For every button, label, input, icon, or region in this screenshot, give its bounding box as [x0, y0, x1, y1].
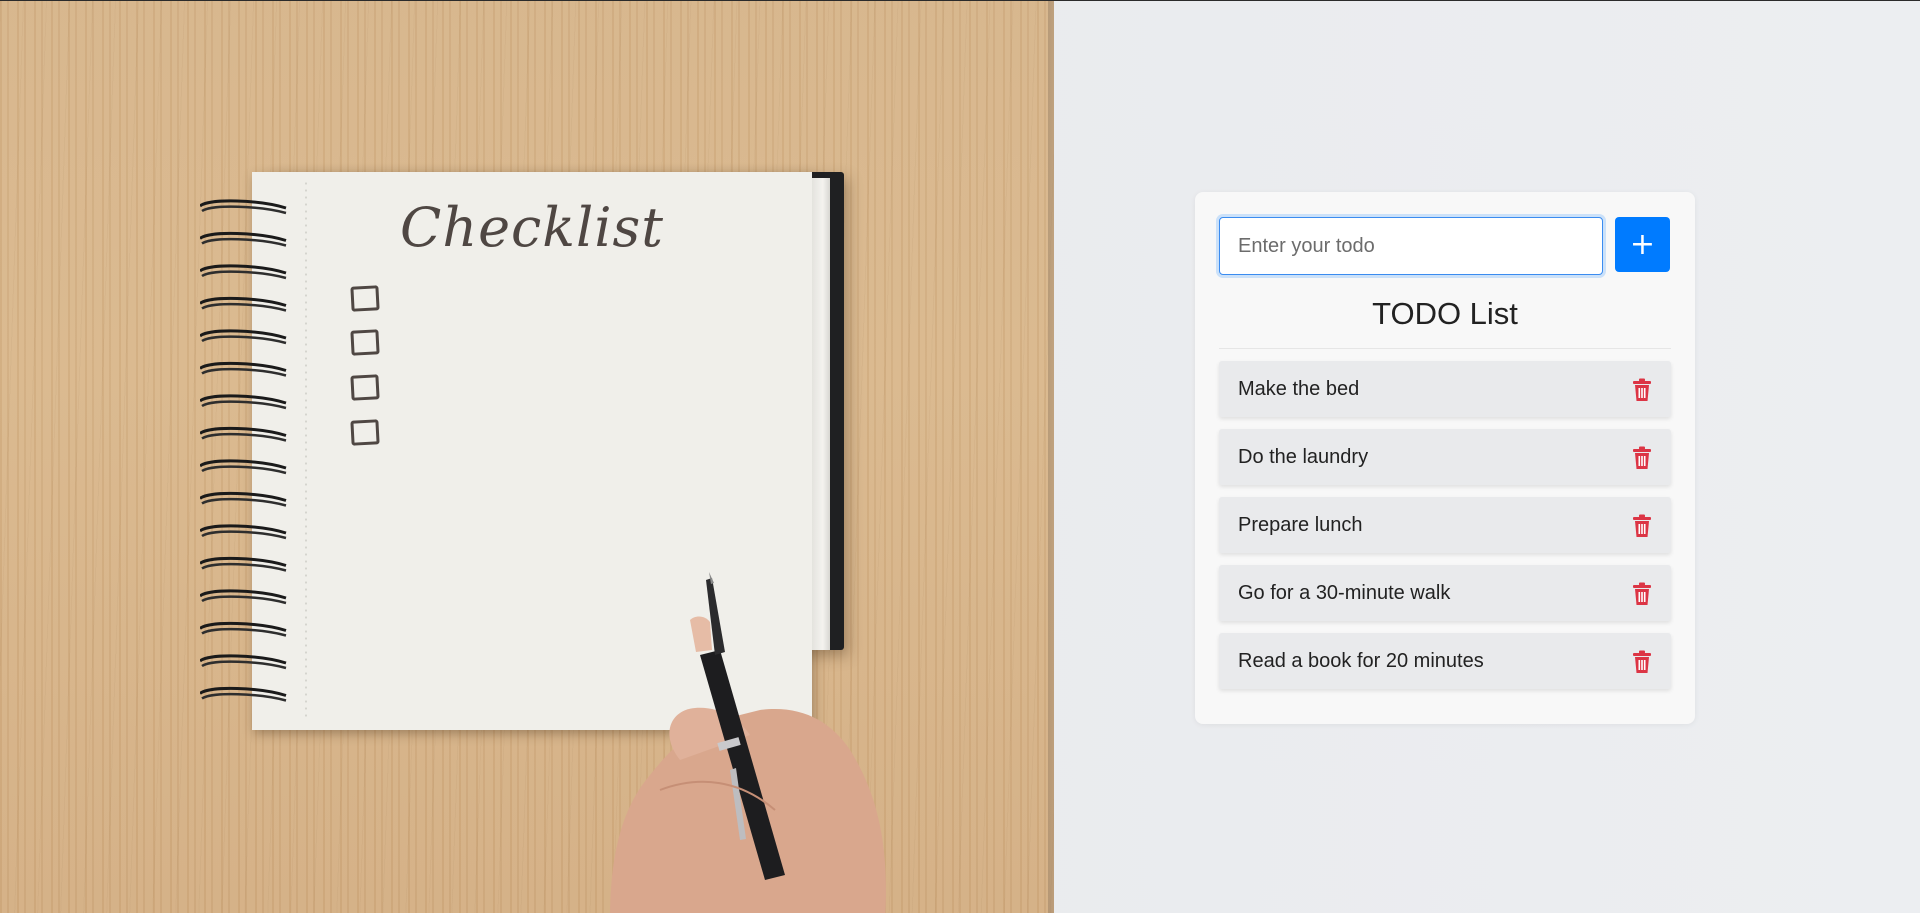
- notebook-checkbox: [350, 285, 380, 312]
- spiral-coil: [201, 660, 287, 670]
- notebook-perforation: [305, 180, 307, 720]
- plus-icon: +: [1629, 227, 1656, 262]
- todo-input[interactable]: [1219, 217, 1603, 275]
- notebook-checkbox: [350, 374, 380, 401]
- todo-item-text: Make the bed: [1238, 378, 1360, 400]
- photo-edge-shadow: [1048, 0, 1054, 913]
- todo-item-text: Go for a 30-minute walk: [1238, 582, 1451, 604]
- spiral-coil: [201, 400, 287, 410]
- notebook-checkbox: [350, 329, 380, 356]
- spiral-coil: [201, 497, 287, 507]
- todo-item: Make the bed: [1219, 361, 1671, 417]
- trash-icon[interactable]: [1631, 378, 1653, 402]
- todo-card: + TODO List Make the bed Do the laundry: [1195, 192, 1695, 724]
- todo-item: Prepare lunch: [1219, 497, 1671, 553]
- spiral-coil: [201, 237, 287, 247]
- todo-item-text: Prepare lunch: [1238, 514, 1363, 536]
- todo-list: Make the bed Do the laundry Prepare lunc…: [1219, 361, 1671, 701]
- todo-item: Do the laundry: [1219, 429, 1671, 485]
- spiral-coil: [201, 530, 287, 540]
- trash-icon[interactable]: [1631, 514, 1653, 538]
- spiral-coil: [201, 432, 287, 442]
- list-title: TODO List: [1372, 296, 1518, 331]
- title-divider: [1219, 348, 1671, 349]
- spiral-coil: [201, 367, 287, 377]
- spiral-coil: [201, 270, 287, 280]
- spiral-coil: [201, 335, 287, 345]
- spiral-binding: [200, 199, 287, 702]
- todo-item-text: Do the laundry: [1238, 446, 1369, 468]
- notebook-heading: Checklist: [400, 196, 664, 259]
- spiral-coil: [201, 692, 287, 702]
- add-todo-button[interactable]: +: [1615, 217, 1670, 272]
- spiral-coil: [201, 562, 287, 572]
- trash-icon[interactable]: [1631, 446, 1653, 470]
- todo-item-text: Read a book for 20 minutes: [1238, 650, 1484, 672]
- hand-with-pen: [610, 572, 886, 913]
- spiral-coil: [201, 302, 287, 312]
- spiral-coil: [201, 205, 287, 215]
- hero-photo: Checklist: [0, 0, 1054, 913]
- todo-item: Read a book for 20 minutes: [1219, 633, 1671, 689]
- trash-icon[interactable]: [1631, 650, 1653, 674]
- top-border: [0, 0, 1920, 1]
- notebook-checkbox: [350, 419, 380, 446]
- todo-item: Go for a 30-minute walk: [1219, 565, 1671, 621]
- spiral-coil: [201, 595, 287, 605]
- spiral-coil: [201, 627, 287, 637]
- spiral-coil: [201, 465, 287, 475]
- trash-icon[interactable]: [1631, 582, 1653, 606]
